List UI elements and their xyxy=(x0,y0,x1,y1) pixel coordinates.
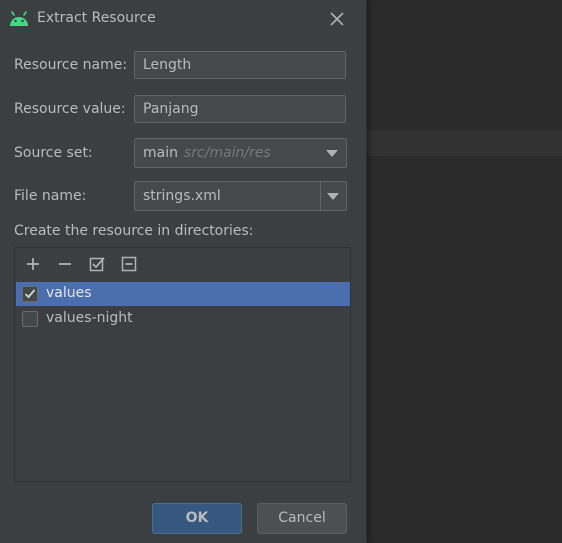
editor-current-line xyxy=(360,130,562,156)
combo-separator xyxy=(320,182,321,210)
directories-toolbar xyxy=(15,248,350,280)
source-set-hint: src/main/res xyxy=(183,145,271,161)
chevron-down-icon xyxy=(326,150,338,157)
unselect-all-icon[interactable] xyxy=(120,255,138,273)
directory-item-values-night[interactable]: values-night xyxy=(16,307,350,331)
resource-value-field[interactable] xyxy=(134,95,346,123)
close-icon[interactable] xyxy=(326,8,348,30)
resource-name-field[interactable] xyxy=(134,51,346,79)
file-name-label: File name: xyxy=(14,188,87,204)
source-set-value: main src/main/res xyxy=(143,145,271,161)
android-icon xyxy=(10,11,28,26)
dialog-titlebar: Extract Resource xyxy=(0,0,366,38)
directory-item-label: values xyxy=(46,285,92,301)
resource-name-label: Resource name: xyxy=(14,57,128,73)
select-all-icon[interactable] xyxy=(88,255,106,273)
dialog-title: Extract Resource xyxy=(37,10,156,26)
checkbox-checked[interactable] xyxy=(22,286,38,302)
cancel-button[interactable]: Cancel xyxy=(257,503,347,534)
directories-label: Create the resource in directories: xyxy=(14,223,254,239)
add-icon[interactable] xyxy=(24,255,42,273)
source-set-dropdown[interactable]: main src/main/res xyxy=(134,138,347,168)
resource-value-label: Resource value: xyxy=(14,101,126,117)
checkbox-unchecked[interactable] xyxy=(22,311,38,327)
extract-resource-dialog: Extract Resource Resource name: Resource… xyxy=(0,0,367,543)
chevron-down-icon[interactable] xyxy=(327,193,339,200)
directories-panel: values values-night xyxy=(14,247,351,482)
file-name-combobox[interactable]: strings.xml xyxy=(134,181,347,211)
ok-button[interactable]: OK xyxy=(152,503,242,534)
check-icon xyxy=(24,289,36,299)
source-set-label: Source set: xyxy=(14,145,93,161)
directory-item-label: values-night xyxy=(46,310,133,326)
remove-icon[interactable] xyxy=(56,255,74,273)
file-name-value[interactable]: strings.xml xyxy=(143,188,221,204)
directory-item-values[interactable]: values xyxy=(16,282,350,306)
